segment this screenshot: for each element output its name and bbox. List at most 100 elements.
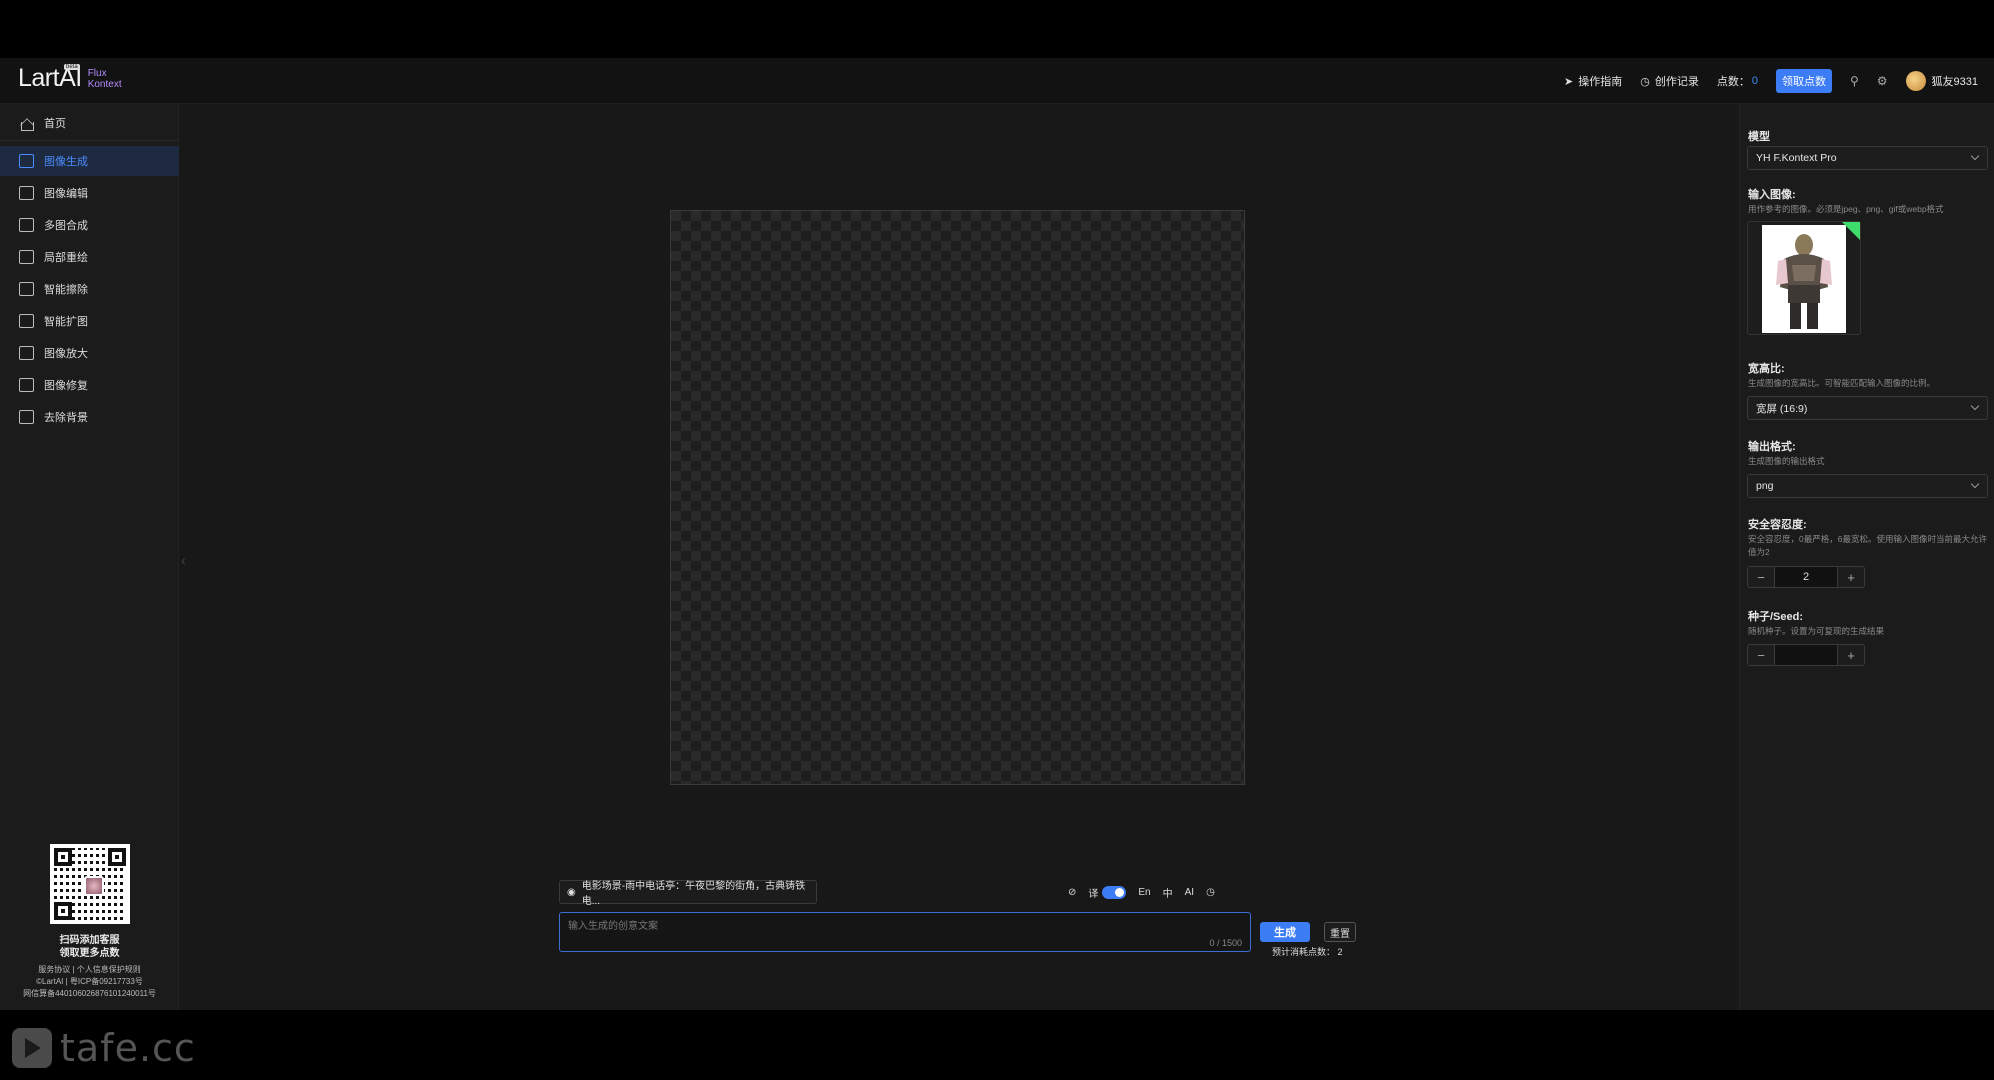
- plus-button[interactable]: +: [1838, 645, 1864, 665]
- points-label: 点数：: [1716, 76, 1750, 88]
- settings-panel: 模型 YH F.Kontext Pro 输入图像: 用作参考的图像。必须是jpe…: [1739, 104, 1994, 1010]
- logo-sub-kontext: Kontext: [87, 79, 122, 90]
- logo-sub-flux: Flux: [87, 68, 107, 79]
- sidebar-item-image-generation[interactable]: 图像生成: [0, 146, 179, 176]
- format-select[interactable]: png: [1747, 474, 1988, 498]
- sidebar-item-smart-erase[interactable]: 智能擦除: [0, 274, 179, 304]
- qr-code: [49, 844, 130, 924]
- watermark-logo-icon: [12, 1028, 52, 1068]
- history-label: 创作记录: [1654, 76, 1699, 88]
- sidebar-item-label: 图像编辑: [44, 188, 88, 200]
- generate-button[interactable]: 生成: [1260, 922, 1310, 942]
- chevron-down-icon: [1970, 401, 1980, 411]
- footer-links[interactable]: 服务协议 | 个人信息保护规则: [0, 964, 179, 976]
- logo-beta-badge: beta: [64, 64, 80, 70]
- watermark: tafe.cc: [12, 1026, 196, 1070]
- edit-icon: [19, 250, 34, 264]
- history-clock-icon[interactable]: ◷: [1206, 887, 1215, 898]
- sidebar-item-label: 图像修复: [44, 380, 88, 392]
- pin-icon[interactable]: ⚲: [1850, 74, 1859, 88]
- sidebar-item-label: 多图合成: [44, 220, 88, 232]
- template-text: 电影场景-雨中电话亭：午夜巴黎的街角，古典铸铁电...: [581, 881, 806, 907]
- qr-pattern: [53, 848, 126, 920]
- eraser-icon: [19, 282, 34, 296]
- chevron-down-icon: [1970, 479, 1980, 489]
- top-header: LartAI beta Flux Kontext ➤ 操作指南 ◷ 创作记录 点…: [0, 58, 1994, 104]
- format-label: 输出格式:: [1748, 441, 1796, 453]
- sidebar-item-image-edit[interactable]: 图像编辑: [0, 178, 179, 208]
- seed-stepper: − +: [1747, 644, 1865, 666]
- qr-caption-1: 扫码添加客服: [59, 935, 120, 946]
- seed-help: 随机种子。设置为可复现的生成结果: [1748, 626, 1885, 636]
- crop-icon: [19, 314, 34, 328]
- input-image-help: 用作参考的图像。必须是jpeg、png、gif或webp格式: [1748, 204, 1944, 214]
- qr-finder: [53, 902, 72, 920]
- ratio-select[interactable]: 宽屏 (16:9): [1747, 396, 1988, 420]
- model-select[interactable]: YH F.Kontext Pro: [1747, 146, 1988, 170]
- sidebar-item-home[interactable]: 首页: [0, 108, 179, 138]
- chinese-button[interactable]: 中: [1163, 885, 1173, 900]
- ratio-label: 宽高比:: [1748, 363, 1785, 375]
- user-menu[interactable]: 狐友9331: [1905, 71, 1978, 91]
- sidebar-item-label: 去除背景: [44, 412, 88, 424]
- ratio-value: 宽屏 (16:9): [1756, 402, 1808, 415]
- sidebar-item-repair[interactable]: 图像修复: [0, 370, 179, 400]
- template-icon: ◉: [567, 886, 576, 898]
- plus-button[interactable]: +: [1838, 567, 1864, 587]
- input-image-label: 输入图像:: [1748, 189, 1796, 201]
- sidebar-item-upscale[interactable]: 图像放大: [0, 338, 179, 368]
- reset-button[interactable]: 重置: [1324, 922, 1356, 942]
- logo-subtitle: Flux Kontext: [88, 68, 122, 90]
- input-image-thumbnail[interactable]: [1747, 221, 1861, 335]
- minus-button[interactable]: −: [1748, 567, 1774, 587]
- prompt-template-chip[interactable]: ◉ 电影场景-雨中电话亭：午夜巴黎的街角，古典铸铁电...: [559, 880, 817, 907]
- seed-input[interactable]: [1774, 645, 1838, 665]
- safety-input[interactable]: [1774, 567, 1838, 587]
- clock-icon: ◷: [1640, 75, 1650, 88]
- sidebar-item-outpaint[interactable]: 智能扩图: [0, 306, 179, 336]
- warrior-image: [1762, 225, 1846, 333]
- points-value: 0: [1751, 75, 1758, 87]
- history-link[interactable]: ◷ 创作记录: [1640, 73, 1699, 89]
- clear-icon[interactable]: ⊘: [1068, 887, 1076, 898]
- qr-finder: [53, 848, 72, 866]
- selected-badge-icon: [1842, 222, 1860, 240]
- qr-support-block: 扫码添加客服 领取更多点数 服务协议 | 个人信息保护规则 ©LartAI | …: [0, 844, 179, 1000]
- char-counter: 0 / 1500: [1209, 938, 1242, 948]
- bottom-letterbox: [0, 1010, 1994, 1080]
- sidebar-item-label: 首页: [44, 118, 66, 130]
- format-help: 生成图像的输出格式: [1748, 456, 1825, 466]
- model-value: YH F.Kontext Pro: [1756, 152, 1837, 164]
- sidebar-divider: [0, 140, 179, 141]
- sidebar-item-label: 智能擦除: [44, 284, 88, 296]
- sidebar-item-label: 智能扩图: [44, 316, 88, 328]
- format-value: png: [1756, 480, 1774, 492]
- sidebar-item-inpaint[interactable]: 局部重绘: [0, 242, 179, 272]
- paper-plane-icon: ➤: [1564, 75, 1574, 88]
- seed-label: 种子/Seed:: [1748, 611, 1804, 623]
- collapse-sidebar-icon[interactable]: ‹: [181, 552, 186, 568]
- claim-points-button[interactable]: 领取点数: [1775, 69, 1832, 93]
- footer-police: 网信算备440106026876101240011号: [23, 989, 156, 998]
- sidebar-item-remove-bg[interactable]: 去除背景: [0, 402, 179, 432]
- minus-button[interactable]: −: [1748, 645, 1774, 665]
- sidebar-item-multi-compose[interactable]: 多图合成: [0, 210, 179, 240]
- prompt-box: 0 / 1500: [559, 912, 1251, 952]
- points-display: 点数： 0: [1717, 73, 1758, 89]
- app-window: LartAI beta Flux Kontext ➤ 操作指南 ◷ 创作记录 点…: [0, 58, 1994, 1010]
- ratio-help: 生成图像的宽高比。可智能匹配输入图像的比例。: [1748, 378, 1936, 388]
- guide-link[interactable]: ➤ 操作指南: [1564, 73, 1622, 89]
- footer-icp: ©LartAI | 粤ICP备09217733号: [36, 977, 143, 986]
- translate-toggle[interactable]: [1102, 885, 1127, 899]
- logo[interactable]: LartAI beta Flux Kontext: [18, 64, 122, 93]
- top-letterbox: [0, 0, 1994, 58]
- chevron-down-icon: [1970, 151, 1980, 161]
- translate-toggle-wrap: 译: [1088, 885, 1127, 900]
- gear-icon[interactable]: ⚙: [1877, 74, 1888, 88]
- chat-icon: [19, 154, 34, 168]
- image-icon: [19, 186, 34, 200]
- english-button[interactable]: En: [1138, 887, 1150, 898]
- prompt-input[interactable]: [560, 913, 1250, 951]
- translate-label: 译: [1088, 888, 1099, 900]
- ai-button[interactable]: AI: [1185, 887, 1194, 898]
